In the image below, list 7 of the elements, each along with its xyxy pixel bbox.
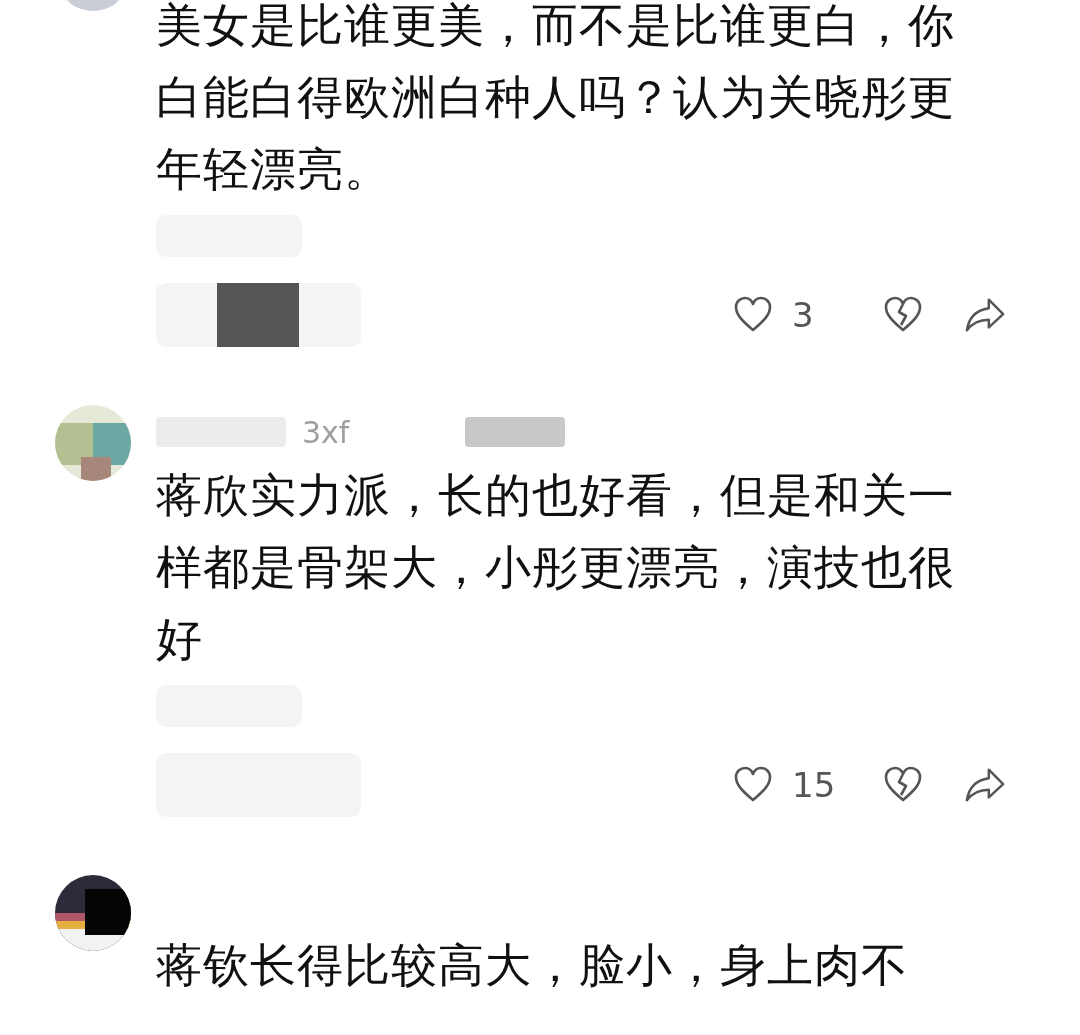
blurred-reply-chip[interactable] — [156, 283, 361, 347]
username: 3xf — [302, 414, 350, 450]
comment-text: 蒋欣实力派，长的也好看，但是和关一样都是骨架大，小彤更漂亮，演技也很好 — [156, 467, 956, 668]
comment-text: 蒋钦长得比较高大，脸小，身上肉不 — [156, 937, 909, 994]
comment-text: 美女是比谁更美，而不是比谁更白，你白能白得欧洲白种人吗？认为关晓彤更年轻漂亮。 — [156, 0, 956, 198]
like-button[interactable]: 15 — [732, 765, 842, 805]
like-button[interactable]: 3 — [732, 295, 842, 335]
